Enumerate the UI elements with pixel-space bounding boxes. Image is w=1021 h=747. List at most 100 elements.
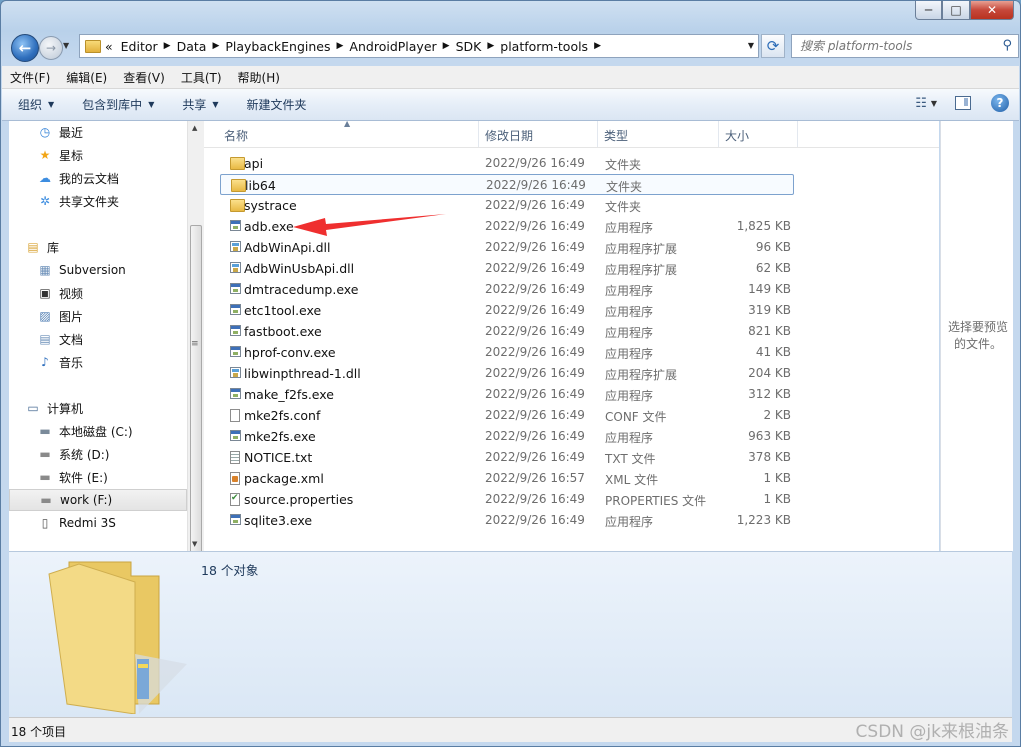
file-type: 应用程序 [605, 347, 654, 361]
file-row[interactable]: make_f2fs.exe 2022/9/26 16:49 应用程序 312 KB [220, 384, 794, 405]
file-name: adb.exe [244, 219, 294, 234]
file-row[interactable]: hprof-conv.exe 2022/9/26 16:49 应用程序 41 KB [220, 342, 794, 363]
nav-item[interactable]: ▬ 系统 (D:) [9, 443, 187, 465]
file-row[interactable]: dmtracedump.exe 2022/9/26 16:49 应用程序 149 KB [220, 279, 794, 300]
file-row[interactable]: mke2fs.exe 2022/9/26 16:49 应用程序 963 KB [220, 426, 794, 447]
nav-item-label: 本地磁盘 (C:) [59, 424, 133, 439]
breadcrumb-overflow[interactable]: « [105, 39, 113, 54]
file-row[interactable]: package.xml 2022/9/26 16:57 XML 文件 1 KB [220, 468, 794, 489]
nav-item[interactable]: ▭ 计算机 [9, 397, 187, 419]
recent-pages-dropdown[interactable]: ▼ [63, 41, 69, 50]
nav-item[interactable]: ★ 星标 [9, 144, 187, 166]
include-in-library-button[interactable]: 包含到库中 ▼ [82, 96, 154, 113]
share-button[interactable]: 共享 ▼ [182, 96, 218, 113]
exe-file-icon [230, 304, 241, 315]
address-bar[interactable]: « ▶ Editor ▶ Data ▶ PlaybackEngines ▶ AndroidPl… [79, 34, 759, 58]
navigation-scrollbar[interactable]: ▲ ≡ ▼ [187, 121, 204, 555]
organize-button[interactable]: 组织 ▼ [18, 96, 54, 113]
preview-pane-icon[interactable] [955, 96, 971, 110]
maximize-button[interactable]: □ [942, 1, 970, 20]
nav-item[interactable]: ▯ Redmi 3S [9, 512, 187, 534]
txtdoc-file-icon [230, 451, 240, 464]
file-row[interactable]: sqlite3.exe 2022/9/26 16:49 应用程序 1,223 KB [220, 510, 794, 531]
file-row[interactable]: fastboot.exe 2022/9/26 16:49 应用程序 821 KB [220, 321, 794, 342]
nav-item[interactable]: ✲ 共享文件夹 [9, 190, 187, 212]
breadcrumb-separator-icon[interactable]: ▶ [164, 41, 171, 51]
column-divider[interactable] [718, 121, 719, 147]
forward-button[interactable]: → [39, 36, 63, 60]
column-divider[interactable] [478, 121, 479, 147]
nav-item[interactable]: ▣ 视频 [9, 282, 187, 304]
file-row[interactable]: mke2fs.conf 2022/9/26 16:49 CONF 文件 2 KB [220, 405, 794, 426]
column-type[interactable]: 类型 [604, 127, 628, 144]
column-size[interactable]: 大小 [725, 127, 749, 144]
file-row[interactable]: api 2022/9/26 16:49 文件夹 [220, 153, 794, 174]
file-row[interactable]: source.properties 2022/9/26 16:49 PROPERTI… [220, 489, 794, 510]
nav-item[interactable]: ▤ 文档 [9, 328, 187, 350]
view-dropdown-icon[interactable]: ▼ [931, 99, 937, 108]
column-date[interactable]: 修改日期 [485, 127, 533, 144]
column-divider[interactable] [797, 121, 798, 147]
nav-item[interactable]: ▨ 图片 [9, 305, 187, 327]
breadcrumb-separator-icon[interactable]: ▶ [212, 41, 219, 51]
file-type: 应用程序扩展 [605, 263, 678, 277]
view-options-icon[interactable]: ☷ [915, 96, 927, 111]
column-name[interactable]: 名称 [224, 127, 248, 144]
breadcrumb-item[interactable]: platform-tools [500, 39, 588, 54]
menu-item[interactable]: 文件(F) [10, 69, 50, 86]
file-size: 963 KB [748, 429, 791, 443]
breadcrumb-item[interactable]: Data [177, 39, 207, 54]
file-row[interactable]: lib64 2022/9/26 16:49 文件夹 [220, 174, 794, 195]
breadcrumb-separator-icon[interactable]: ▶ [337, 41, 344, 51]
file-row[interactable]: libwinpthread-1.dll 2022/9/26 16:49 应用程序扩展… [220, 363, 794, 384]
breadcrumb-item[interactable]: SDK [456, 39, 482, 54]
breadcrumb-separator-icon[interactable]: ▶ [443, 41, 450, 51]
new-folder-button[interactable]: 新建文件夹 [247, 96, 307, 113]
exe-file-icon [230, 346, 241, 357]
menu-item[interactable]: 工具(T) [181, 69, 222, 86]
refresh-button[interactable]: ⟳ [761, 34, 785, 58]
file-date: 2022/9/26 16:49 [485, 198, 585, 212]
back-button[interactable]: ← [11, 34, 39, 62]
help-icon[interactable]: ? [991, 94, 1009, 112]
nav-item-label: Redmi 3S [59, 516, 116, 530]
minimize-button[interactable]: ─ [915, 1, 942, 20]
file-type: 应用程序 [605, 515, 654, 529]
include-library-label: 包含到库中 [82, 98, 143, 112]
menu-item[interactable]: 帮助(H) [238, 69, 280, 86]
search-icon[interactable]: ⚲ [1002, 38, 1012, 53]
nav-item[interactable]: ♪ 音乐 [9, 351, 187, 373]
nav-item[interactable]: ▬ 本地磁盘 (C:) [9, 420, 187, 442]
breadcrumb-separator-icon[interactable]: ▶ [487, 41, 494, 51]
breadcrumb-separator-icon[interactable]: ▶ [594, 41, 601, 51]
share-icon: ✲ [39, 194, 51, 208]
doc-file-icon [230, 409, 240, 422]
file-row[interactable]: AdbWinUsbApi.dll 2022/9/26 16:49 应用程序扩展 62 … [220, 258, 794, 279]
breadcrumb-item[interactable]: Editor [121, 39, 158, 54]
menu-item[interactable]: 查看(V) [123, 69, 165, 86]
scrollbar-thumb[interactable] [190, 225, 202, 555]
nav-item[interactable]: ☁ 我的云文档 [9, 167, 187, 189]
nav-item[interactable]: ▬ 软件 (E:) [9, 466, 187, 488]
scroll-up-icon[interactable]: ▲ [192, 124, 197, 132]
nav-item[interactable]: ▬ work (F:) [9, 489, 187, 511]
file-row[interactable]: NOTICE.txt 2022/9/26 16:49 TXT 文件 378 KB [220, 447, 794, 468]
breadcrumb-item[interactable]: PlaybackEngines [225, 39, 330, 54]
nav-item[interactable]: ◷ 最近 [9, 121, 187, 143]
menu-item[interactable]: 编辑(E) [66, 69, 107, 86]
file-row[interactable]: etc1tool.exe 2022/9/26 16:49 应用程序 319 KB [220, 300, 794, 321]
file-size: 41 KB [755, 345, 791, 359]
exe-file-icon [230, 220, 241, 231]
address-dropdown-icon[interactable]: ▼ [748, 41, 754, 50]
breadcrumb-item[interactable]: AndroidPlayer [349, 39, 436, 54]
file-name: mke2fs.conf [244, 408, 321, 423]
file-name: make_f2fs.exe [244, 387, 334, 402]
nav-item-label: 图片 [59, 309, 84, 324]
nav-item[interactable]: ▤ 库 [9, 236, 187, 258]
search-box[interactable]: ⚲ [791, 34, 1019, 58]
search-input[interactable] [798, 35, 992, 57]
nav-item[interactable]: ▦ Subversion [9, 259, 187, 281]
column-divider[interactable] [597, 121, 598, 147]
scroll-down-icon[interactable]: ▼ [192, 540, 197, 548]
close-button[interactable]: ✕ [970, 1, 1014, 20]
